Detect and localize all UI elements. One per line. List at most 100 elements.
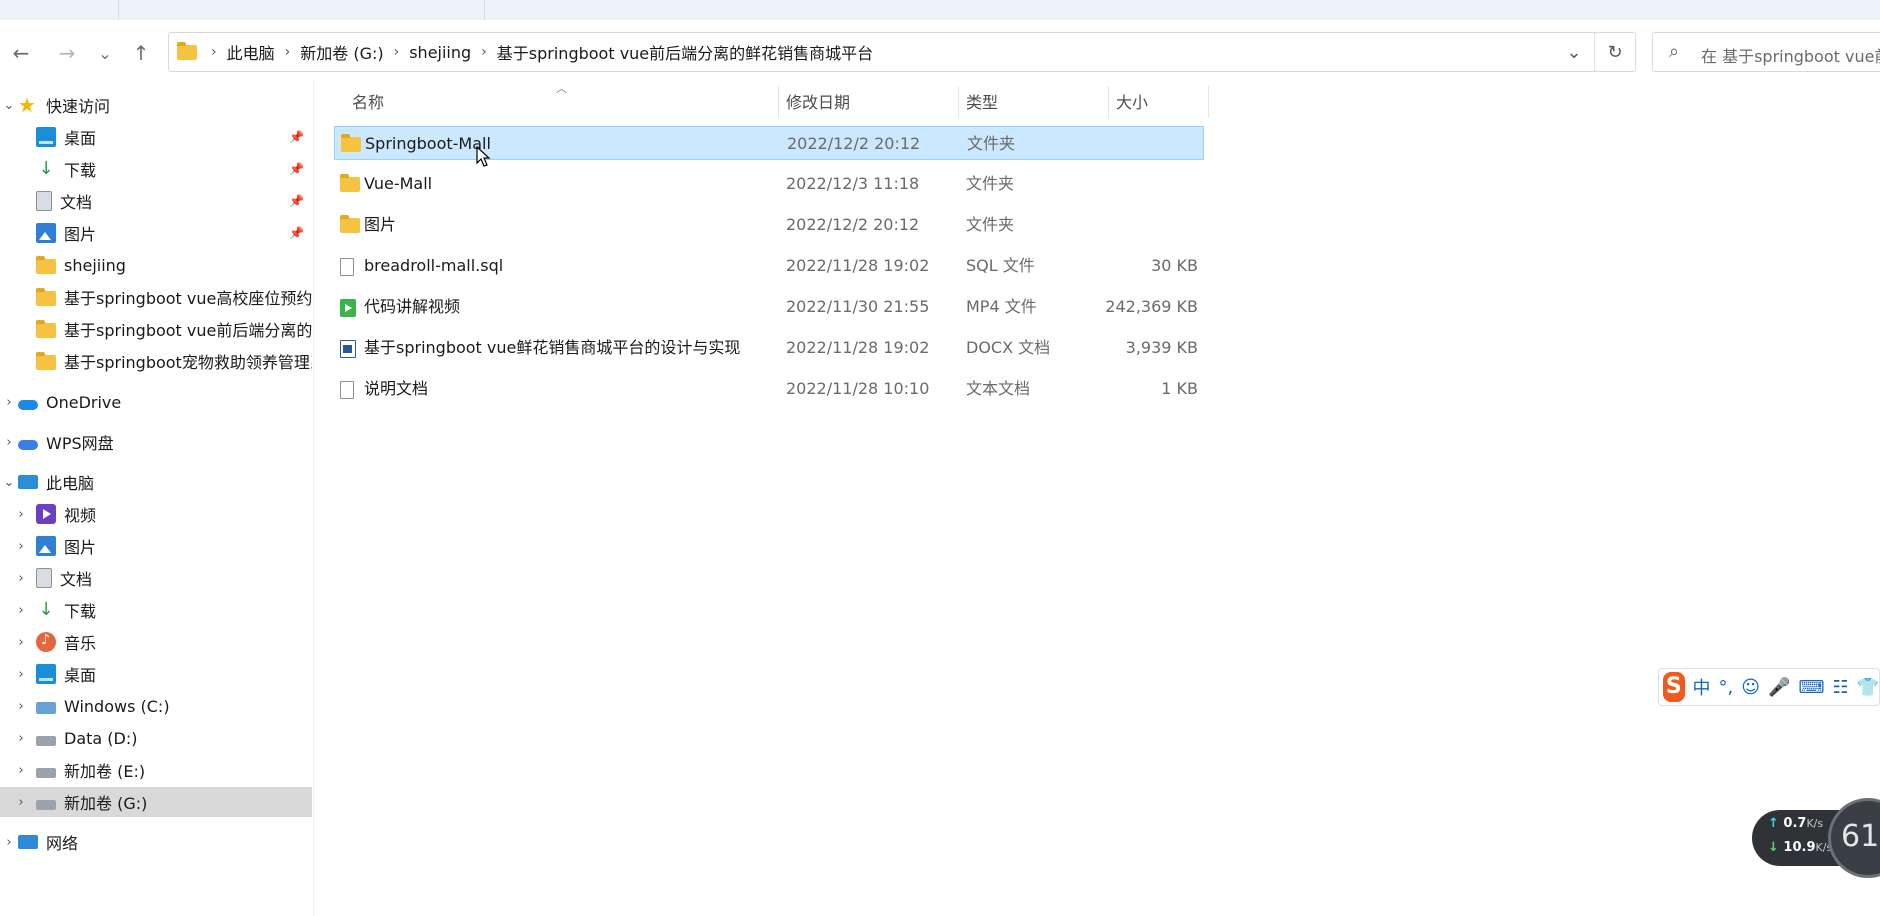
sidebar-item-documents[interactable]: 文档 📌 bbox=[0, 186, 312, 216]
chevron-right-icon[interactable]: › bbox=[390, 44, 404, 60]
address-actions: ⌄ ↻ bbox=[1554, 33, 1635, 71]
sidebar-item-shejiing[interactable]: shejiing bbox=[0, 250, 312, 280]
chevron-right-icon[interactable]: › bbox=[12, 699, 30, 714]
sidebar-item-downloads[interactable]: › ↓ 下载 bbox=[0, 595, 312, 625]
chevron-right-icon[interactable]: › bbox=[477, 44, 491, 60]
column-header-date[interactable]: 修改日期 bbox=[786, 86, 850, 116]
tab-separator bbox=[484, 0, 485, 20]
file-row-springboot-mall[interactable]: Springboot-Mall 2022/12/2 20:12 文件夹 bbox=[334, 126, 1204, 160]
sidebar-item-drive-c[interactable]: › Windows (C:) bbox=[0, 691, 312, 721]
chevron-right-icon[interactable]: › bbox=[12, 763, 30, 778]
sidebar-item-desktop[interactable]: › 桌面 bbox=[0, 659, 312, 689]
column-label: 类型 bbox=[966, 93, 999, 112]
sidebar-item-quick-access[interactable]: ⌄ ★ 快速访问 bbox=[0, 90, 312, 120]
sidebar-item-downloads[interactable]: ↓ 下载 📌 bbox=[0, 154, 312, 184]
sogou-logo-icon[interactable]: S bbox=[1663, 672, 1685, 702]
chevron-right-icon[interactable]: › bbox=[12, 603, 30, 618]
chevron-right-icon[interactable]: › bbox=[12, 667, 30, 682]
recent-locations-button[interactable]: ⌄ bbox=[90, 38, 120, 68]
address-history-dropdown[interactable]: ⌄ bbox=[1554, 42, 1594, 63]
chevron-right-icon[interactable]: › bbox=[12, 571, 30, 586]
file-date: 2022/12/2 20:12 bbox=[786, 215, 920, 234]
sidebar-item-network[interactable]: › 网络 bbox=[0, 827, 312, 857]
video-file-icon bbox=[340, 299, 356, 317]
file-name: 图片 bbox=[364, 215, 397, 234]
tab-separator bbox=[118, 0, 119, 20]
file-row-video[interactable]: 代码讲解视频 2022/11/30 21:55 MP4 文件 242,369 K… bbox=[334, 290, 1204, 324]
chevron-right-icon[interactable]: › bbox=[12, 507, 30, 522]
file-row-docx[interactable]: 基于springboot vue鲜花销售商城平台的设计与实现 2022/11/2… bbox=[334, 331, 1204, 365]
address-bar[interactable]: › 此电脑 › 新加卷 (G:) › shejiing › 基于springbo… bbox=[168, 32, 1636, 72]
mouse-cursor-icon bbox=[476, 146, 491, 167]
sidebar-item-label: 基于springboot宠物救助领养管理系统 bbox=[64, 353, 312, 372]
sidebar-item-videos[interactable]: › 视频 bbox=[0, 499, 312, 529]
column-divider[interactable] bbox=[958, 86, 959, 118]
sidebar-item-documents[interactable]: › 文档 bbox=[0, 563, 312, 593]
chevron-right-icon[interactable]: › bbox=[12, 795, 30, 810]
file-name: Vue-Mall bbox=[364, 174, 433, 193]
back-button[interactable]: ← bbox=[6, 38, 36, 68]
forward-button[interactable]: → bbox=[52, 38, 82, 68]
search-input[interactable]: ⌕ 在 基于springboot vue前... bbox=[1652, 32, 1880, 72]
column-divider[interactable] bbox=[1108, 86, 1109, 118]
file-date: 2022/11/28 10:10 bbox=[786, 379, 930, 398]
sidebar-item-pictures[interactable]: › 图片 bbox=[0, 531, 312, 561]
chevron-down-icon[interactable]: ⌄ bbox=[0, 98, 18, 113]
chevron-right-icon[interactable]: › bbox=[12, 731, 30, 746]
drive-icon bbox=[36, 768, 56, 778]
sidebar-item-wps[interactable]: › WPS网盘 bbox=[0, 427, 312, 457]
keyboard-icon[interactable]: ⌨ bbox=[1798, 677, 1824, 698]
pin-icon: 📌 bbox=[289, 162, 304, 176]
refresh-icon[interactable]: ↻ bbox=[1595, 42, 1635, 63]
file-row-sql[interactable]: breadroll-mall.sql 2022/11/28 19:02 SQL … bbox=[334, 249, 1204, 283]
chevron-right-icon[interactable]: › bbox=[12, 539, 30, 554]
sidebar-item-label: 基于springboot vue高校座位预约系统 bbox=[64, 289, 312, 308]
sidebar-item-music[interactable]: › 音乐 bbox=[0, 627, 312, 657]
column-header-name[interactable]: 名称 bbox=[352, 86, 384, 116]
chevron-right-icon[interactable]: › bbox=[0, 435, 18, 450]
sidebar-item-this-pc[interactable]: ⌄ 此电脑 bbox=[0, 467, 312, 497]
skin-icon[interactable]: 👕 bbox=[1857, 677, 1879, 698]
sidebar-item-drive-d[interactable]: › Data (D:) bbox=[0, 723, 312, 753]
sql-file-icon bbox=[340, 258, 354, 276]
breadcrumb-shejiing[interactable]: shejiing bbox=[403, 43, 477, 62]
column-header-size[interactable]: 大小 bbox=[1116, 86, 1148, 116]
file-row-readme[interactable]: 说明文档 2022/11/28 10:10 文本文档 1 KB bbox=[334, 372, 1204, 406]
ime-punctuation-toggle[interactable]: °, bbox=[1719, 677, 1734, 698]
file-size: 1 KB bbox=[1161, 379, 1198, 398]
sidebar-item-drive-g[interactable]: › 新加卷 (G:) bbox=[0, 787, 312, 817]
toolbox-icon[interactable]: ☷ bbox=[1832, 677, 1848, 698]
sidebar-item-label: 视频 bbox=[64, 506, 97, 525]
column-divider[interactable] bbox=[778, 86, 779, 118]
chevron-down-icon[interactable]: ⌄ bbox=[0, 475, 18, 490]
emoji-icon[interactable]: ☺ bbox=[1741, 677, 1760, 698]
sidebar-item-folder[interactable]: 基于springboot宠物救助领养管理系统 bbox=[0, 346, 312, 376]
chevron-right-icon[interactable]: › bbox=[281, 44, 295, 60]
breadcrumb-current-folder[interactable]: 基于springboot vue前后端分离的鲜花销售商城平台 bbox=[491, 40, 879, 64]
sidebar-item-desktop[interactable]: 桌面 📌 bbox=[0, 122, 312, 152]
sidebar-item-drive-e[interactable]: › 新加卷 (E:) bbox=[0, 755, 312, 785]
folder-icon bbox=[36, 288, 56, 306]
file-row-pictures[interactable]: 图片 2022/12/2 20:12 文件夹 bbox=[334, 208, 1204, 242]
file-name: 说明文档 bbox=[364, 379, 429, 398]
chevron-right-icon[interactable]: › bbox=[12, 635, 30, 650]
ime-language-toggle[interactable]: 中 bbox=[1693, 674, 1711, 700]
breadcrumb-drive-g[interactable]: 新加卷 (G:) bbox=[294, 40, 389, 64]
column-header-type[interactable]: 类型 bbox=[966, 86, 998, 116]
microphone-icon[interactable]: 🎤 bbox=[1768, 677, 1790, 698]
file-row-vue-mall[interactable]: Vue-Mall 2022/12/3 11:18 文件夹 bbox=[334, 167, 1204, 201]
file-size: 242,369 KB bbox=[1105, 297, 1198, 316]
folder-icon bbox=[36, 320, 56, 338]
column-divider[interactable] bbox=[1208, 86, 1209, 118]
picture-icon bbox=[36, 223, 56, 243]
sidebar-item-folder[interactable]: 基于springboot vue高校座位预约系统 bbox=[0, 282, 312, 312]
sidebar-item-folder[interactable]: 基于springboot vue前后端分离的农 bbox=[0, 314, 312, 344]
sidebar-item-pictures[interactable]: 图片 📌 bbox=[0, 218, 312, 248]
file-size: 3,939 KB bbox=[1125, 338, 1198, 357]
chevron-right-icon[interactable]: › bbox=[0, 395, 18, 410]
chevron-right-icon[interactable]: › bbox=[0, 835, 18, 850]
up-button[interactable]: ↑ bbox=[126, 38, 156, 68]
breadcrumb-this-pc[interactable]: 此电脑 bbox=[221, 40, 281, 64]
pin-icon: 📌 bbox=[289, 194, 304, 208]
sidebar-item-onedrive[interactable]: › OneDrive bbox=[0, 387, 312, 417]
